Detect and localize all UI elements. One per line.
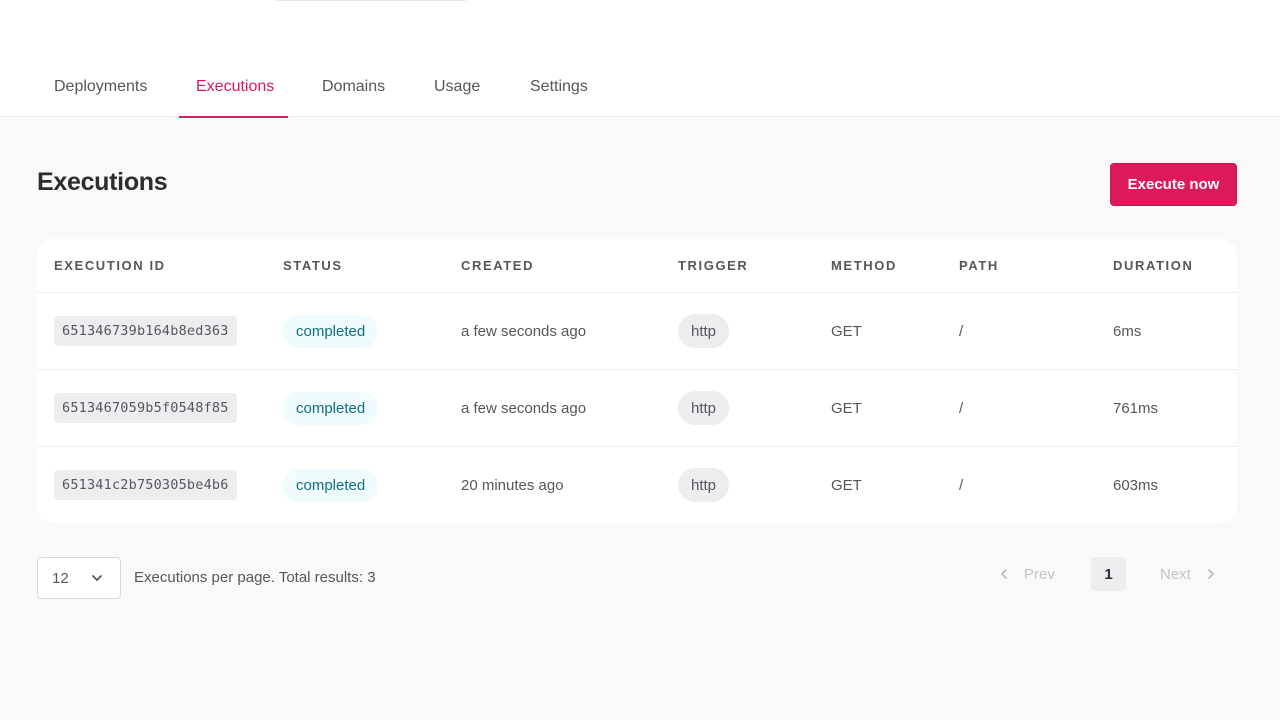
column-header-method: METHOD — [831, 258, 897, 273]
top-bar: Deployments Executions Domains Usage Set… — [0, 0, 1280, 118]
next-page-button[interactable]: Next — [1160, 557, 1217, 591]
tab-domains[interactable]: Domains — [305, 58, 400, 117]
column-header-trigger: TRIGGER — [678, 258, 749, 273]
table-row[interactable]: 6513467059b5f0548f85 completed a few sec… — [37, 370, 1237, 447]
path: / — [959, 399, 964, 417]
duration: 6ms — [1113, 322, 1142, 340]
status-badge: completed — [283, 391, 379, 425]
duration: 603ms — [1113, 476, 1159, 494]
created-time: a few seconds ago — [461, 399, 587, 417]
per-page-select[interactable]: 12 — [37, 557, 121, 599]
chevron-right-icon — [1207, 569, 1214, 579]
method: GET — [831, 322, 862, 340]
column-header-execution-id: EXECUTION ID — [54, 258, 166, 273]
column-header-duration: DURATION — [1113, 258, 1194, 273]
tab-executions[interactable]: Executions — [179, 58, 288, 118]
tab-settings[interactable]: Settings — [513, 58, 605, 117]
function-tabs: Deployments Executions Domains Usage Set… — [37, 58, 605, 118]
next-label: Next — [1160, 565, 1191, 583]
table-header: EXECUTION ID STATUS CREATED TRIGGER METH… — [37, 239, 1237, 293]
trigger-badge: http — [678, 391, 730, 425]
created-time: 20 minutes ago — [461, 476, 564, 494]
trigger-badge: http — [678, 468, 730, 502]
table-row[interactable]: 651341c2b750305be4b6 completed 20 minute… — [37, 447, 1237, 523]
page-title: Executions — [37, 168, 168, 196]
execution-id[interactable]: 6513467059b5f0548f85 — [54, 393, 237, 423]
status-badge: completed — [283, 468, 379, 502]
trigger-badge: http — [678, 314, 730, 348]
tab-usage[interactable]: Usage — [417, 58, 496, 117]
execution-id[interactable]: 651341c2b750305be4b6 — [54, 470, 237, 500]
path: / — [959, 322, 964, 340]
path: / — [959, 476, 964, 494]
duration: 761ms — [1113, 399, 1159, 417]
prev-label: Prev — [1024, 565, 1055, 583]
top-divider — [276, 0, 466, 1]
pagination-summary: Executions per page. Total results: 3 — [134, 569, 376, 586]
prev-page-button[interactable]: Prev — [998, 557, 1055, 591]
executions-table: EXECUTION ID STATUS CREATED TRIGGER METH… — [37, 239, 1237, 523]
table-row[interactable]: 651346739b164b8ed363 completed a few sec… — [37, 293, 1237, 370]
column-header-status: STATUS — [283, 258, 343, 273]
per-page-value: 12 — [52, 569, 69, 587]
chevron-down-icon — [92, 575, 102, 581]
status-badge: completed — [283, 314, 379, 348]
created-time: a few seconds ago — [461, 322, 587, 340]
execution-id[interactable]: 651346739b164b8ed363 — [54, 316, 237, 346]
method: GET — [831, 476, 862, 494]
page-number-current[interactable]: 1 — [1091, 557, 1126, 591]
method: GET — [831, 399, 862, 417]
chevron-left-icon — [1001, 569, 1007, 579]
tab-deployments[interactable]: Deployments — [37, 58, 162, 117]
column-header-path: PATH — [959, 258, 999, 273]
execute-now-button[interactable]: Execute now — [1110, 163, 1237, 206]
column-header-created: CREATED — [461, 258, 535, 273]
